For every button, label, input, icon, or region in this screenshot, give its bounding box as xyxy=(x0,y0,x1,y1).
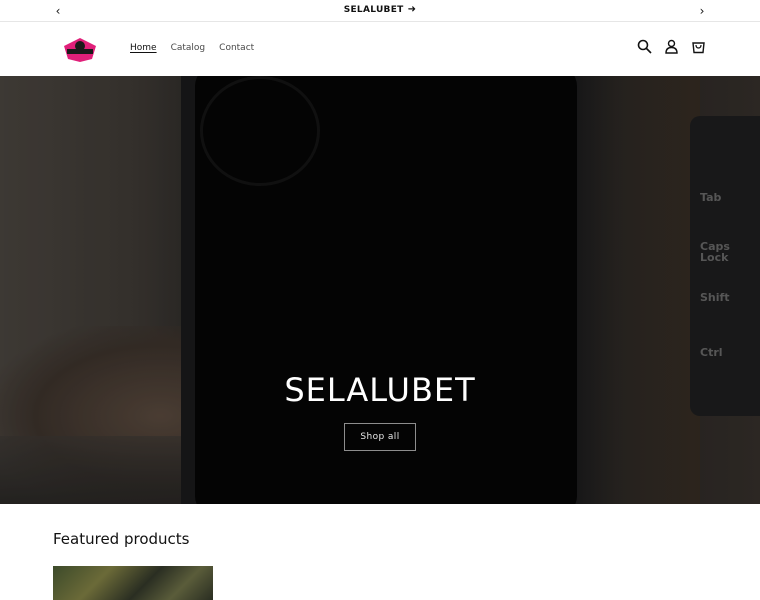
product-card-image[interactable] xyxy=(53,566,213,600)
nav-contact[interactable]: Contact xyxy=(219,43,254,53)
hero-banner: Tab Caps Lock Shift Ctrl SELALUBET Shop … xyxy=(0,76,760,504)
site-header: Home Catalog Contact xyxy=(0,23,760,76)
announcement-link[interactable]: SELALUBET ➜ xyxy=(0,4,760,15)
nav-catalog[interactable]: Catalog xyxy=(171,43,206,53)
shop-all-button[interactable]: Shop all xyxy=(344,423,416,451)
featured-heading: Featured products xyxy=(53,530,190,548)
account-icon[interactable] xyxy=(664,39,679,54)
announcement-bar: ‹ SELALUBET ➜ › xyxy=(0,0,760,22)
hero-title: SELALUBET xyxy=(284,371,476,409)
logo[interactable] xyxy=(62,37,98,63)
cart-icon[interactable] xyxy=(691,39,706,54)
nav-home[interactable]: Home xyxy=(130,43,157,53)
search-icon[interactable] xyxy=(637,39,652,54)
arrow-right-icon: ➜ xyxy=(407,4,417,15)
header-icons xyxy=(637,39,706,54)
announcement-text[interactable]: SELALUBET xyxy=(344,5,404,15)
main-nav: Home Catalog Contact xyxy=(130,43,254,53)
chevron-right-icon[interactable]: › xyxy=(694,3,710,19)
